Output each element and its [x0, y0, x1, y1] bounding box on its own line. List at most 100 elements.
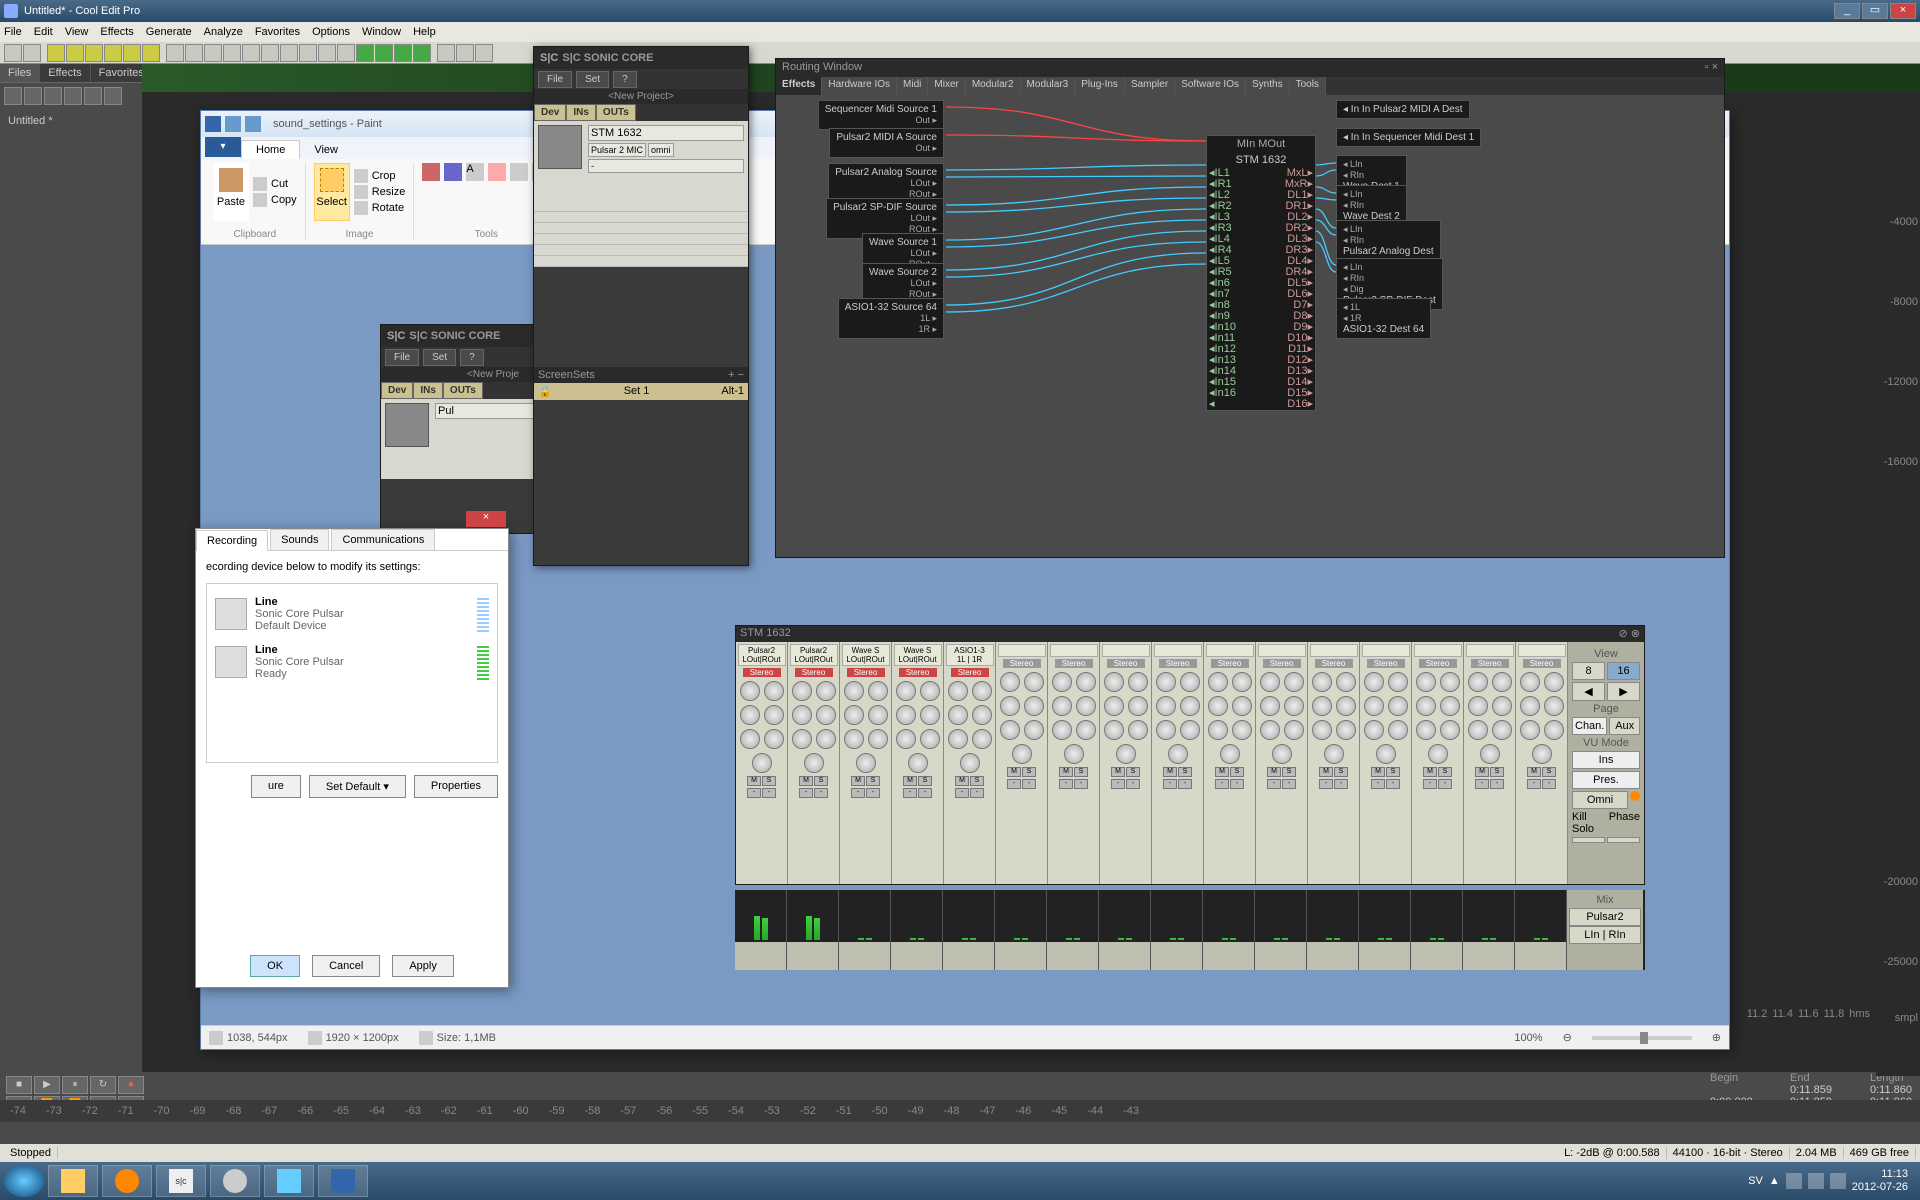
routing-tab-modular2[interactable]: Modular2 — [966, 77, 1021, 95]
toolbar-button[interactable] — [456, 44, 474, 62]
aux-knob[interactable] — [1076, 696, 1096, 716]
device-item[interactable]: LineSonic Core PulsarDefault Device — [213, 590, 491, 638]
aux-knob[interactable] — [1232, 696, 1252, 716]
bus-button[interactable]: - — [1215, 779, 1229, 789]
aux-knob[interactable] — [948, 681, 968, 701]
select-button[interactable]: Select — [314, 163, 350, 221]
toolbar-button[interactable] — [142, 44, 160, 62]
bus-button[interactable]: - — [1490, 779, 1504, 789]
pan-knob[interactable] — [960, 753, 980, 773]
bus-button[interactable]: - — [1527, 779, 1541, 789]
eq-knob[interactable] — [868, 729, 888, 749]
routing-tab-hardwareios[interactable]: Hardware IOs — [822, 77, 897, 95]
picker-icon[interactable] — [510, 163, 528, 181]
mute-button[interactable]: M — [1007, 767, 1021, 777]
aux-knob[interactable] — [1336, 672, 1356, 692]
mute-button[interactable]: M — [1163, 767, 1177, 777]
routing-canvas[interactable]: Sequencer Midi Source 1 Out ▸Pulsar2 MID… — [776, 95, 1724, 557]
stereo-button[interactable]: Stereo — [1159, 659, 1197, 668]
bus-button[interactable]: - — [799, 788, 813, 798]
stereo-button[interactable]: Stereo — [1003, 659, 1041, 668]
aux-knob[interactable] — [1520, 696, 1540, 716]
toolbar-button[interactable] — [413, 44, 431, 62]
toolbar-button[interactable] — [47, 44, 65, 62]
bus-button[interactable]: - — [970, 788, 984, 798]
mute-button[interactable]: M — [851, 776, 865, 786]
eq-knob[interactable] — [1000, 720, 1020, 740]
zoom-slider[interactable] — [1592, 1036, 1692, 1040]
start-button[interactable] — [4, 1165, 44, 1197]
source-node[interactable]: Sequencer Midi Source 1 Out ▸ — [818, 100, 944, 130]
solo-button[interactable]: S — [1230, 767, 1244, 777]
bus-button[interactable]: - — [1282, 779, 1296, 789]
sc-menu-set[interactable]: Set — [576, 71, 609, 88]
aux-knob[interactable] — [1180, 696, 1200, 716]
aux-knob[interactable] — [740, 681, 760, 701]
toolbar-button[interactable] — [375, 44, 393, 62]
solo-button[interactable]: S — [1074, 767, 1088, 777]
mute-button[interactable]: M — [1215, 767, 1229, 777]
mute-button[interactable]: M — [955, 776, 969, 786]
pencil-icon[interactable] — [422, 163, 440, 181]
sc-tab-dev[interactable]: Dev — [534, 104, 566, 121]
stereo-button[interactable]: Stereo — [1419, 659, 1457, 668]
eq-knob[interactable] — [844, 729, 864, 749]
source-node[interactable]: ASIO1-32 Source 64 1L ▸1R ▸ — [838, 298, 944, 339]
stereo-button[interactable]: Stereo — [1315, 659, 1353, 668]
toolbar-button[interactable] — [437, 44, 455, 62]
toolbar-button[interactable] — [475, 44, 493, 62]
aux-knob[interactable] — [1312, 672, 1332, 692]
pan-knob[interactable] — [1272, 744, 1292, 764]
view-16-button[interactable]: 16 — [1607, 662, 1640, 680]
aux-knob[interactable] — [1416, 672, 1436, 692]
tray-flag-icon[interactable]: ▲ — [1769, 1175, 1780, 1187]
toolbar-button[interactable] — [123, 44, 141, 62]
routing-tab-modular3[interactable]: Modular3 — [1021, 77, 1076, 95]
aux-knob[interactable] — [1440, 696, 1460, 716]
task-explorer[interactable] — [48, 1165, 98, 1197]
eq-knob[interactable] — [792, 729, 812, 749]
chan-button[interactable]: Chan. — [1572, 717, 1607, 735]
aux-knob[interactable] — [1364, 672, 1384, 692]
mixer-channel-strip[interactable]: Wave SLOut|ROut Stereo MS -- — [892, 642, 944, 884]
bus-button[interactable]: - — [1059, 779, 1073, 789]
solo-button[interactable]: S — [1334, 767, 1348, 777]
menu-help[interactable]: Help — [413, 26, 436, 38]
ss-remove-button[interactable]: − — [738, 369, 744, 381]
toolbar-button[interactable] — [23, 44, 41, 62]
mute-button[interactable]: M — [1059, 767, 1073, 777]
mute-button[interactable]: M — [1111, 767, 1125, 777]
eq-knob[interactable] — [1492, 720, 1512, 740]
stereo-button[interactable]: Stereo — [1211, 659, 1249, 668]
aux-knob[interactable] — [972, 705, 992, 725]
menu-generate[interactable]: Generate — [146, 26, 192, 38]
ribbon-tab-view[interactable]: View — [300, 141, 352, 159]
eq-knob[interactable] — [740, 729, 760, 749]
aux-knob[interactable] — [1520, 672, 1540, 692]
aux-knob[interactable] — [896, 681, 916, 701]
mute-button[interactable]: M — [903, 776, 917, 786]
routing-tab-plug-ins[interactable]: Plug-Ins — [1075, 77, 1125, 95]
mixer-channel-strip[interactable]: Pulsar2LOut|ROut Stereo MS -- — [736, 642, 788, 884]
bus-button[interactable]: - — [1319, 779, 1333, 789]
aux-knob[interactable] — [1492, 696, 1512, 716]
mixer-channel-strip[interactable]: Stereo MS -- — [1048, 642, 1100, 884]
sc-tab-outs[interactable]: OUTs — [596, 104, 636, 121]
undo-icon[interactable] — [225, 116, 241, 132]
device-icon[interactable] — [538, 125, 582, 169]
bus-button[interactable]: - — [1022, 779, 1036, 789]
routing-tab-softwareios[interactable]: Software IOs — [1175, 77, 1246, 95]
bus-button[interactable]: - — [814, 788, 828, 798]
mute-button[interactable]: M — [799, 776, 813, 786]
aux-knob[interactable] — [816, 681, 836, 701]
mixer-channel-strip[interactable]: Stereo MS -- — [1412, 642, 1464, 884]
solo-button[interactable]: S — [1178, 767, 1192, 777]
eq-knob[interactable] — [972, 729, 992, 749]
tray-icon[interactable] — [1808, 1173, 1824, 1189]
pan-knob[interactable] — [1376, 744, 1396, 764]
volume-icon[interactable] — [1830, 1173, 1846, 1189]
eq-knob[interactable] — [1440, 720, 1460, 740]
toolbar-button[interactable] — [337, 44, 355, 62]
aux-knob[interactable] — [740, 705, 760, 725]
sc-menu-set[interactable]: Set — [423, 349, 456, 366]
